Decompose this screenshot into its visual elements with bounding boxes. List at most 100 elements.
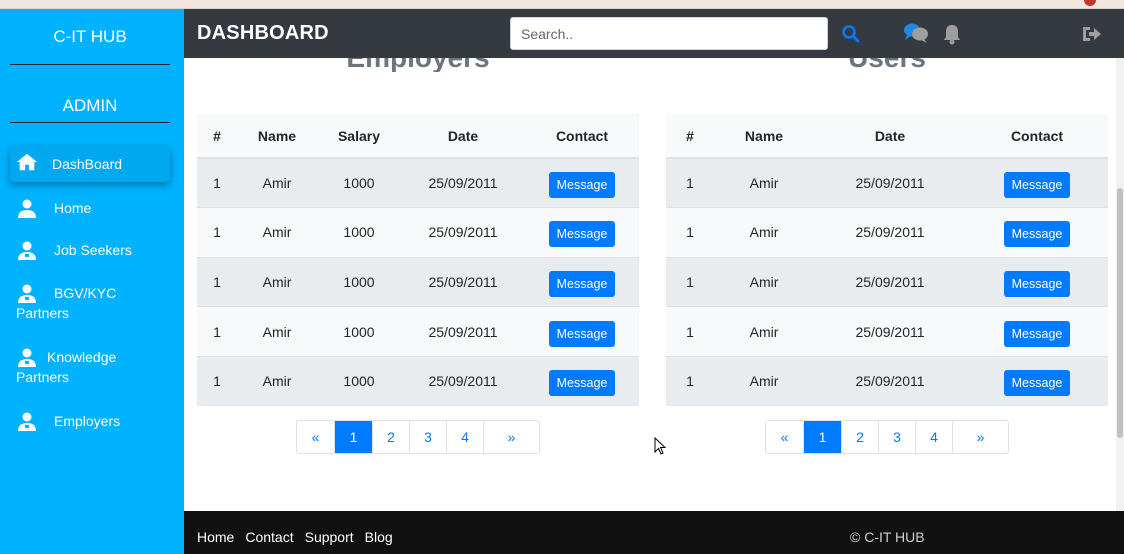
browser-top-strip — [0, 0, 1124, 9]
cell-contact: Message — [966, 356, 1108, 406]
footer-link-support[interactable]: Support — [305, 529, 354, 545]
employers-section-title: Employers — [268, 58, 568, 72]
table-row: 1 Amir 1000 25/09/2011 Message — [197, 158, 639, 208]
page-title: DASHBOARD — [197, 22, 329, 44]
pagination-page-1[interactable]: 1 — [334, 421, 372, 453]
sidebar-item-label: Employers — [54, 413, 121, 429]
cell-name: Amir — [749, 273, 779, 290]
cell-number: 1 — [213, 323, 221, 340]
pagination-page-4[interactable]: 4 — [915, 421, 952, 453]
table-row: 1 Amir 1000 25/09/2011 Message — [197, 257, 639, 307]
cell-name: Amir — [749, 224, 779, 241]
page-scrollbar[interactable] — [1116, 58, 1124, 511]
footer: Home Contact Support Blog © C-IT HUB — [184, 511, 1124, 554]
message-button[interactable]: Message — [1003, 320, 1071, 347]
scrollbar-thumb[interactable] — [1117, 188, 1123, 438]
cell-name: Amir — [749, 175, 779, 192]
browser-close-icon[interactable] — [1084, 0, 1096, 6]
sidebar-item-label: BGV/KYC — [54, 285, 117, 301]
bell-icon[interactable] — [942, 23, 962, 45]
cell-name: Amir — [262, 323, 292, 340]
cell-date: 25/09/2011 — [428, 373, 498, 390]
cell-number: 1 — [686, 323, 694, 340]
column-header-date: Date — [447, 127, 479, 144]
users-table: # Name Date Contact 1 Amir 25/09/2011 Me… — [666, 114, 1108, 406]
footer-link-home[interactable]: Home — [197, 529, 234, 545]
cell-salary: 1000 — [343, 273, 375, 290]
cell-number: 1 — [213, 175, 221, 192]
cell-contact: Message — [525, 257, 639, 307]
cell-contact: Message — [525, 356, 639, 406]
sidebar-item-dashboard[interactable]: DashBoard — [10, 146, 170, 182]
cell-number: 1 — [213, 373, 221, 390]
cell-name: Amir — [262, 175, 292, 192]
pagination-page-2[interactable]: 2 — [841, 421, 878, 453]
table-row: 1 Amir 25/09/2011 Message — [666, 257, 1108, 307]
pagination-prev[interactable]: « — [297, 421, 334, 453]
pagination-next[interactable]: » — [483, 421, 539, 453]
pagination-prev[interactable]: « — [766, 421, 803, 453]
cell-date: 25/09/2011 — [855, 175, 925, 192]
cell-number: 1 — [686, 273, 694, 290]
column-header-number: # — [686, 127, 694, 144]
cell-salary: 1000 — [343, 323, 375, 340]
users-icon — [18, 241, 36, 260]
table-row: 1 Amir 25/09/2011 Message — [666, 207, 1108, 258]
chat-icon[interactable] — [902, 21, 930, 45]
users-icon — [18, 412, 36, 431]
search-input[interactable] — [510, 17, 828, 50]
cell-date: 25/09/2011 — [428, 175, 498, 192]
table-row: 1 Amir 25/09/2011 Message — [666, 158, 1108, 208]
footer-link-blog[interactable]: Blog — [365, 529, 393, 545]
logout-icon[interactable] — [1081, 24, 1103, 44]
cell-name: Amir — [262, 224, 292, 241]
message-button[interactable]: Message — [1003, 370, 1071, 397]
search-icon[interactable] — [841, 24, 861, 44]
pagination-page-4[interactable]: 4 — [446, 421, 483, 453]
message-button[interactable]: Message — [548, 270, 616, 297]
role-divider — [10, 122, 170, 123]
brand-name: C-IT HUB — [53, 27, 127, 46]
users-pagination: « 1 2 3 4 » — [765, 420, 1009, 454]
cell-name: Amir — [262, 373, 292, 390]
cell-number: 1 — [686, 224, 694, 241]
sidebar-item-label-line2: Partners — [16, 369, 69, 385]
topbar: DASHBOARD — [184, 9, 1124, 58]
message-button[interactable]: Message — [1003, 270, 1071, 297]
column-header-name: Name — [744, 127, 784, 144]
users-section-title: Users — [737, 58, 1037, 72]
cell-salary: 1000 — [343, 373, 375, 390]
cell-date: 25/09/2011 — [428, 273, 498, 290]
sidebar-item-label-line2: Partners — [16, 305, 69, 321]
cell-number: 1 — [686, 175, 694, 192]
mouse-cursor-icon — [654, 437, 666, 455]
message-button[interactable]: Message — [548, 172, 616, 199]
sidebar-item-label: Home — [54, 200, 92, 216]
pagination-page-1[interactable]: 1 — [803, 421, 841, 453]
cell-date: 25/09/2011 — [428, 224, 498, 241]
user-icon — [18, 199, 36, 218]
message-button[interactable]: Message — [548, 370, 616, 397]
table-row: 1 Amir 1000 25/09/2011 Message — [197, 207, 639, 258]
cell-contact: Message — [966, 307, 1108, 357]
cell-salary: 1000 — [343, 224, 375, 241]
sidebar: C-IT HUB ADMIN DashBoard Home Job Seeker… — [0, 9, 184, 554]
table-header-row: # Name Date Contact — [666, 114, 1108, 158]
pagination-next[interactable]: » — [952, 421, 1008, 453]
cell-name: Amir — [749, 373, 779, 390]
brand-divider — [10, 64, 170, 65]
table-row: 1 Amir 25/09/2011 Message — [666, 356, 1108, 406]
pagination-page-2[interactable]: 2 — [372, 421, 409, 453]
users-icon — [18, 284, 36, 303]
sidebar-item-label: DashBoard — [52, 156, 123, 172]
message-button[interactable]: Message — [1003, 172, 1071, 199]
message-button[interactable]: Message — [1003, 221, 1071, 248]
message-button[interactable]: Message — [548, 221, 616, 248]
footer-links: Home Contact Support Blog — [197, 529, 393, 545]
footer-link-contact[interactable]: Contact — [245, 529, 293, 545]
message-button[interactable]: Message — [548, 320, 616, 347]
pagination-page-3[interactable]: 3 — [409, 421, 446, 453]
cell-number: 1 — [213, 224, 221, 241]
cell-salary: 1000 — [343, 175, 375, 192]
pagination-page-3[interactable]: 3 — [878, 421, 915, 453]
